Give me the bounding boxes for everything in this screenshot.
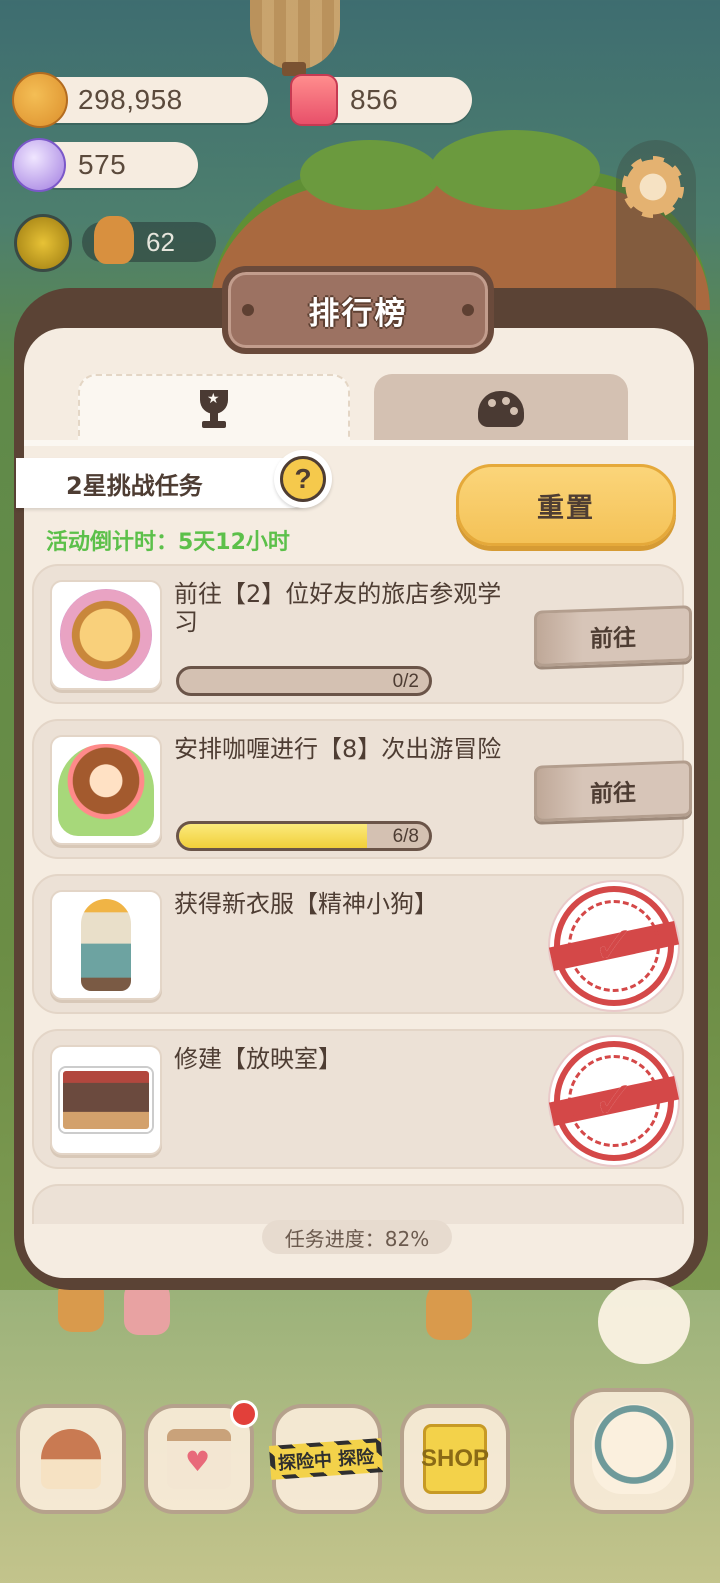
completed-stamp: ✓	[548, 886, 680, 1006]
gear-icon[interactable]	[622, 156, 684, 218]
cookie-icon	[478, 391, 524, 427]
task-thumbnail	[50, 1045, 162, 1155]
panel-title: 排行榜	[308, 295, 408, 332]
go-button-label: 前往	[590, 780, 636, 808]
checkmark-icon: ✓	[592, 916, 636, 976]
cinema-room-icon	[60, 1068, 152, 1132]
task-thumbnail	[50, 735, 162, 845]
cookie-counter[interactable]: 298,958	[34, 77, 268, 123]
task-progress-bar: 6/8	[176, 821, 432, 851]
reset-button[interactable]: 重置	[456, 464, 676, 546]
handshake-badge-icon	[60, 589, 152, 681]
mushroom-house-icon	[41, 1429, 101, 1489]
go-button-label: 前往	[590, 625, 636, 653]
gem-count: 575	[78, 149, 127, 180]
tab-tasks[interactable]: ★	[78, 374, 350, 444]
bush	[430, 130, 600, 210]
task-item: 安排咖喱进行【8】次出游冒险 6/8 前往	[32, 719, 692, 859]
reset-label: 重置	[537, 492, 595, 524]
task-title: 安排咖喱进行【8】次出游冒险	[174, 735, 502, 763]
shop-bag-icon: SHOP	[421, 1424, 489, 1494]
panel-title-plaque: 排行榜	[222, 266, 494, 354]
go-button[interactable]: 前往	[534, 760, 692, 822]
gingerbread-icon	[94, 216, 134, 264]
fish-cat-icon	[592, 1404, 676, 1494]
cat-notification-bubble[interactable]	[598, 1280, 690, 1364]
adventure-label: 探险中 探险	[274, 1442, 378, 1476]
task-item: 前往【2】位好友的旅店参观学习 0/2 前往	[32, 564, 692, 704]
cookie-count: 298,958	[78, 84, 183, 115]
tab-ranking[interactable]	[374, 374, 628, 444]
help-button[interactable]: ?	[274, 450, 332, 508]
task-progress-bar: 0/2	[176, 666, 432, 696]
adventure-girl-icon	[58, 744, 154, 836]
task-item: 获得新衣服【精神小狗】 ✓	[32, 874, 684, 1014]
go-button[interactable]: 前往	[534, 605, 692, 667]
tab-divider	[24, 440, 694, 446]
challenge-label: 2星挑战任务	[16, 458, 316, 508]
gingerbread-count: 62	[146, 226, 175, 257]
task-title: 前往【2】位好友的旅店参观学习	[174, 580, 502, 636]
task-progress-fill	[179, 824, 367, 848]
jam-count: 856	[350, 84, 399, 115]
task-progress-text: 6/8	[392, 826, 419, 847]
notification-dot	[230, 1400, 258, 1428]
task-title: 获得新衣服【精神小狗】	[174, 890, 438, 918]
calendar-heart-icon: ♥	[167, 1429, 231, 1489]
dock-shop-button[interactable]: SHOP	[400, 1404, 510, 1514]
bush	[300, 140, 440, 210]
event-countdown: 活动倒计时：5天12小时	[46, 530, 290, 555]
task-thumbnail	[50, 890, 162, 1000]
total-progress-badge: 任务进度：82%	[262, 1220, 452, 1254]
checkmark-icon: ✓	[592, 1071, 636, 1131]
jam-currency-icon	[290, 74, 338, 126]
challenge-title: 2星挑战任务	[66, 471, 203, 500]
dock-home-button[interactable]	[16, 1404, 126, 1514]
hot-air-balloon	[250, 0, 340, 70]
gem-currency-icon	[12, 138, 66, 192]
trophy-icon: ★	[193, 390, 235, 430]
task-item: 修建【放映室】 ✓	[32, 1029, 684, 1169]
task-thumbnail	[50, 580, 162, 690]
question-icon: ?	[280, 456, 326, 502]
dog-outfit-icon	[81, 899, 131, 991]
total-progress-text: 任务进度：82%	[284, 1226, 430, 1251]
task-progress-text: 0/2	[392, 671, 419, 692]
task-title: 修建【放映室】	[174, 1045, 342, 1073]
task-item-partial	[32, 1184, 684, 1224]
sun-status-icon[interactable]	[14, 214, 72, 272]
cookie-currency-icon	[12, 72, 68, 128]
completed-stamp: ✓	[548, 1041, 680, 1161]
